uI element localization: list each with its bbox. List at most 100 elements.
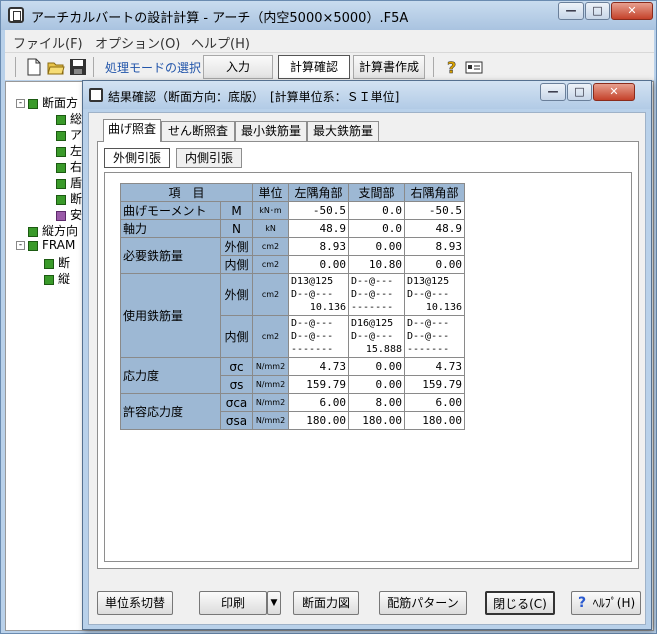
new-file-icon[interactable] (25, 58, 43, 76)
tree-node[interactable]: 左 (56, 142, 82, 159)
tab-panel: 外側引張 内側引張 項 目 単位 左隅角部 支間部 右隅角部 曲げモーメント M… (97, 141, 639, 569)
dialog-title: 結果確認（断面方向：底版） [計算単位系：ＳＩ単位] (108, 90, 400, 104)
subtab-inner-tension[interactable]: 内側引張 (176, 148, 242, 168)
menu-help[interactable]: ヘルプ(H) (191, 33, 250, 52)
help-button[interactable]: ? ﾍﾙﾌﾟ(H) (571, 591, 641, 615)
tree-node-label: 盾 (70, 176, 83, 190)
print-dropdown-icon[interactable]: ▼ (267, 591, 281, 615)
maximize-button[interactable]: □ (585, 2, 610, 20)
used-rebar-label: 使用鉄筋量 (120, 273, 221, 358)
tree-node[interactable]: 盾 (56, 174, 82, 191)
rebar-line: D13@125 (291, 276, 334, 287)
tab-shear[interactable]: せん断照査 (161, 121, 235, 141)
rebar-cell: D--@--- D--@--- ------- (404, 315, 465, 358)
side-label: 内側 (220, 255, 253, 274)
table-row: 使用鉄筋量 外側 cm2 D13@125 D--@--- 10.136 D--@--… (120, 273, 465, 358)
tree-node[interactable]: - 断面方 (16, 94, 78, 111)
tree-node-label: 左 (70, 144, 83, 158)
tree-node[interactable]: 断 (56, 190, 82, 207)
table-cell: 48.9 (288, 219, 349, 238)
menu-options[interactable]: オプション(O) (95, 33, 180, 52)
header-right-corner: 右隅角部 (404, 183, 465, 202)
open-folder-icon[interactable] (47, 58, 65, 76)
green-node-icon (28, 98, 38, 109)
help-question-icon[interactable]: ? (443, 58, 461, 76)
tree-node[interactable]: 右 (56, 158, 82, 175)
dialog-minimize-button[interactable]: — (540, 83, 566, 101)
unit-switch-button[interactable]: 単位系切替 (97, 591, 173, 615)
calc-check-button[interactable]: 計算確認 (278, 55, 350, 79)
green-node-icon (56, 146, 66, 157)
tab-min-rebar[interactable]: 最小鉄筋量 (235, 121, 307, 141)
rebar-area: 10.136 (425, 302, 462, 313)
menu-file[interactable]: ファイル(F) (13, 33, 83, 52)
unit-cell: cm2 (252, 273, 289, 316)
header-left-corner: 左隅角部 (288, 183, 349, 202)
header-span: 支間部 (348, 183, 405, 202)
table-row: 許容応力度 σca N/mm2 6.00 8.00 6.00 (120, 393, 465, 430)
toolbar-separator (93, 57, 94, 77)
tree-node-label: 断 (58, 256, 71, 270)
tab-max-rebar[interactable]: 最大鉄筋量 (307, 121, 379, 141)
tree-node[interactable]: 総 (56, 110, 82, 127)
tree-node[interactable]: 断 (44, 254, 70, 271)
tree-node[interactable]: ア (56, 126, 82, 143)
subtab-outer-tension[interactable]: 外側引張 (104, 148, 170, 168)
svg-text:?: ? (447, 58, 456, 76)
table-cell: 0.00 (348, 375, 405, 394)
tree-node[interactable]: 安 (56, 206, 82, 223)
tree-node[interactable]: - FRAM (16, 238, 75, 252)
rebar-line: D--@--- (407, 289, 450, 300)
dialog-body: 曲げ照査 せん断照査 最小鉄筋量 最大鉄筋量 外側引張 内側引張 項 目 単位 … (88, 112, 646, 625)
minimize-button[interactable]: — (558, 2, 584, 20)
rebar-pattern-button[interactable]: 配筋パターン (379, 591, 467, 615)
report-button[interactable]: 計算書作成 (353, 55, 425, 79)
dialog-close-button[interactable]: ✕ (593, 83, 635, 101)
tree-node[interactable]: 縦 (44, 270, 70, 287)
rebar-line: D--@--- (351, 331, 394, 342)
tree-node-label: 断面方 (42, 96, 79, 110)
rebar-line: D13@125 (407, 276, 450, 287)
result-dialog: 結果確認（断面方向：底版） [計算単位系：ＳＩ単位] — □ ✕ 曲げ照査 せん… (82, 80, 652, 630)
tree-node[interactable]: 縦方向 (28, 222, 78, 239)
dialog-maximize-button[interactable]: □ (567, 83, 592, 101)
table-cell: -50.5 (288, 201, 349, 220)
save-icon[interactable] (69, 58, 87, 76)
print-button[interactable]: 印刷 (199, 591, 267, 615)
table-cell: 180.00 (348, 411, 405, 430)
input-button[interactable]: 入力 (203, 55, 273, 79)
table-cell: -50.5 (404, 201, 465, 220)
tree-node-label: 断 (70, 192, 83, 206)
tab-bending[interactable]: 曲げ照査 (103, 119, 161, 142)
tree-node-label: 右 (70, 160, 83, 174)
table-cell: 8.93 (404, 237, 465, 256)
table-row: 必要鉄筋量 外側 cm2 8.93 0.00 8.93 (120, 237, 465, 274)
close-dialog-button[interactable]: 閉じる(C) (485, 591, 555, 615)
axial-symbol: N (220, 219, 253, 238)
toolbar-separator (433, 57, 434, 77)
table-cell: 10.80 (348, 255, 405, 274)
unit-cell: N/mm2 (252, 393, 289, 412)
sigma-c-symbol: σc (220, 357, 253, 376)
card-icon[interactable] (465, 58, 483, 76)
unit-cell: N/mm2 (252, 411, 289, 430)
table-cell: 8.93 (288, 237, 349, 256)
side-label: 内側 (220, 315, 253, 358)
help-button-label: ﾍﾙﾌﾟ(H) (592, 596, 636, 610)
table-cell: 4.73 (288, 357, 349, 376)
dialog-icon (89, 88, 103, 102)
unit-cell: N/mm2 (252, 357, 289, 376)
rebar-cell: D13@125 D--@--- 10.136 (288, 273, 349, 316)
section-force-button[interactable]: 断面力図 (293, 591, 359, 615)
rebar-area: 10.136 (309, 302, 346, 313)
rebar-line: D--@--- (291, 331, 334, 342)
rebar-area: ------- (291, 344, 334, 355)
result-panel: 項 目 単位 左隅角部 支間部 右隅角部 曲げモーメント M kN･m -50.… (104, 172, 632, 562)
collapse-icon[interactable]: - (16, 241, 25, 250)
rebar-line: D--@--- (407, 318, 450, 329)
table-cell: 0.00 (404, 255, 465, 274)
collapse-icon[interactable]: - (16, 99, 25, 108)
close-button[interactable]: ✕ (611, 2, 653, 20)
green-node-icon (56, 114, 66, 125)
rebar-line: D--@--- (291, 289, 334, 300)
